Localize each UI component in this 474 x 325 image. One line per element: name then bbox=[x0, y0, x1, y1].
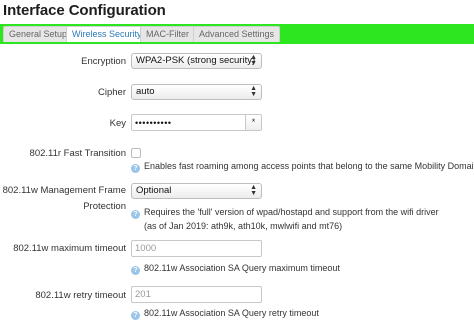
retry-timeout-label: 802.11w retry timeout bbox=[35, 290, 126, 301]
mgmt-frame-value: Optional bbox=[136, 185, 172, 196]
max-timeout-placeholder: 1000 bbox=[135, 243, 157, 254]
page-title: Interface Configuration bbox=[3, 2, 166, 19]
mgmt-frame-help-line2: (as of Jan 2019: ath9k, ath10k, mwlwifi … bbox=[144, 221, 343, 231]
retry-timeout-placeholder: 201 bbox=[135, 289, 151, 300]
key-label: Key bbox=[109, 118, 126, 129]
fast-transition-help-text: Enables fast roaming among access points… bbox=[144, 161, 474, 171]
retry-timeout-help: ? 802.11w Association SA Query retry time… bbox=[131, 307, 319, 320]
cipher-select[interactable]: auto ▲ ▼ bbox=[131, 84, 262, 100]
help-icon: ? bbox=[131, 210, 140, 219]
mgmt-frame-label-line2: Protection bbox=[83, 201, 126, 212]
tab-mac-filter[interactable]: MAC-Filter bbox=[140, 26, 195, 42]
mgmt-frame-select[interactable]: Optional ▲ ▼ bbox=[131, 183, 262, 199]
key-value: •••••••••• bbox=[135, 118, 172, 128]
tab-advanced-settings[interactable]: Advanced Settings bbox=[193, 26, 281, 42]
retry-timeout-input[interactable]: 201 bbox=[131, 286, 262, 303]
tab-bar: General Setup Wireless Security MAC-Filt… bbox=[0, 24, 474, 44]
fast-transition-label: 802.11r Fast Transition bbox=[29, 148, 126, 159]
encryption-label: Encryption bbox=[81, 56, 126, 67]
mgmt-frame-label-line1: 802.11w Management Frame bbox=[2, 185, 126, 196]
cipher-value: auto bbox=[136, 86, 155, 97]
encryption-select[interactable]: WPA2-PSK (strong security) ▲ ▼ bbox=[131, 53, 262, 69]
max-timeout-input[interactable]: 1000 bbox=[131, 240, 262, 257]
encryption-value: WPA2-PSK (strong security) bbox=[136, 55, 256, 66]
max-timeout-help: ? 802.11w Association SA Query maximum ti… bbox=[131, 262, 340, 275]
cipher-label: Cipher bbox=[98, 87, 126, 98]
select-arrows-icon: ▲ ▼ bbox=[250, 85, 257, 98]
mgmt-frame-label: 802.11w Management Frame Protection bbox=[3, 184, 126, 213]
max-timeout-help-text: 802.11w Association SA Query maximum tim… bbox=[144, 263, 340, 273]
key-input[interactable]: •••••••••• * bbox=[131, 114, 262, 131]
help-icon: ? bbox=[131, 311, 140, 320]
fast-transition-help: ? Enables fast roaming among access point… bbox=[131, 160, 474, 173]
mgmt-frame-help-line1: Requires the 'full' version of wpad/host… bbox=[144, 207, 439, 217]
fast-transition-checkbox[interactable] bbox=[131, 148, 141, 158]
tab-general-setup[interactable]: General Setup bbox=[3, 26, 74, 42]
help-icon: ? bbox=[131, 164, 140, 173]
select-arrows-icon: ▲ ▼ bbox=[250, 54, 257, 67]
mgmt-frame-help: ? Requires the 'full' version of wpad/hos… bbox=[131, 206, 439, 232]
reveal-key-button[interactable]: * bbox=[245, 115, 261, 130]
max-timeout-label: 802.11w maximum timeout bbox=[13, 243, 126, 254]
help-icon: ? bbox=[131, 266, 140, 275]
tab-wireless-security[interactable]: Wireless Security bbox=[66, 26, 148, 42]
select-arrows-icon: ▲ ▼ bbox=[250, 184, 257, 197]
retry-timeout-help-text: 802.11w Association SA Query retry timeo… bbox=[144, 308, 319, 318]
